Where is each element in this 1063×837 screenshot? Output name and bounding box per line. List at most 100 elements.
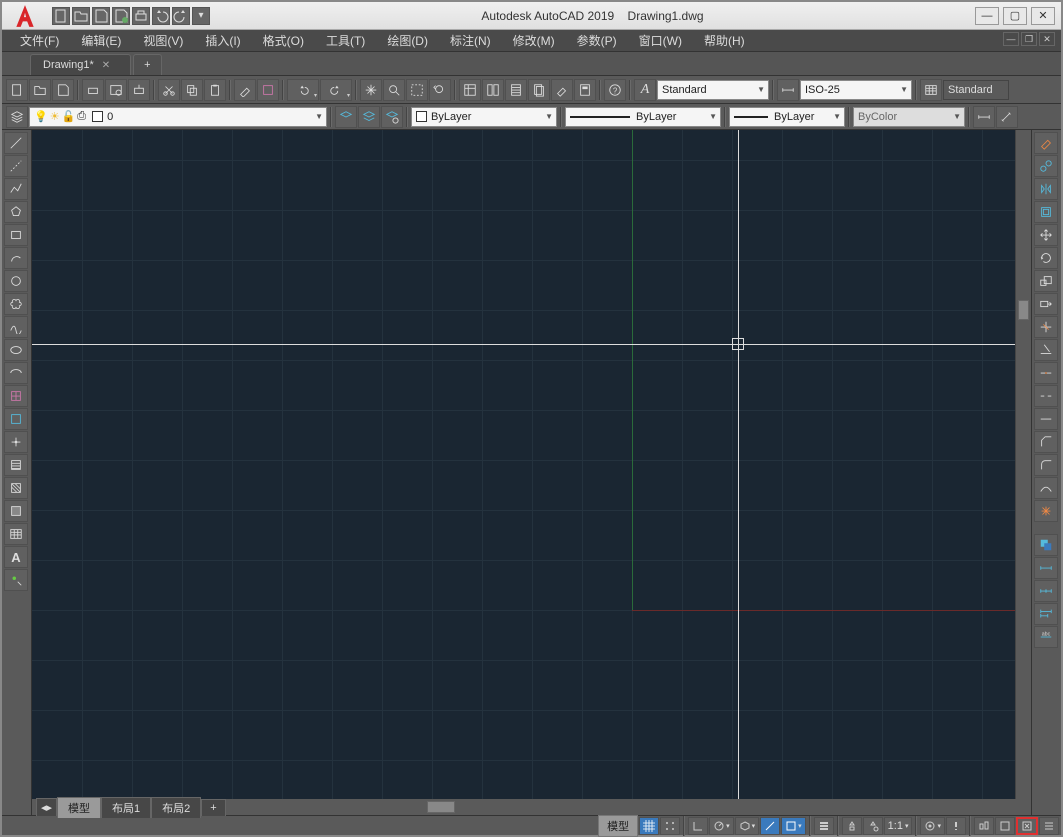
- break-at-point-button[interactable]: [1034, 362, 1058, 384]
- save-button[interactable]: [52, 79, 74, 101]
- layout-tab-2[interactable]: 布局2: [151, 797, 201, 818]
- annotation-scale-toggle[interactable]: [842, 817, 862, 835]
- open-icon[interactable]: [72, 7, 90, 25]
- undo-button[interactable]: ▾: [287, 79, 319, 101]
- layout-tab-1[interactable]: 布局1: [101, 797, 151, 818]
- erase-button[interactable]: [1034, 132, 1058, 154]
- saveas-icon[interactable]: [112, 7, 130, 25]
- zoom-previous-button[interactable]: [429, 79, 451, 101]
- minimize-button[interactable]: —: [975, 7, 999, 25]
- mirror-button[interactable]: [1034, 178, 1058, 200]
- lineweight-combo[interactable]: ByLayer▼: [729, 107, 845, 127]
- markup-button[interactable]: [551, 79, 573, 101]
- redo-icon[interactable]: [172, 7, 190, 25]
- ortho-toggle[interactable]: [688, 817, 708, 835]
- layout-tab-model[interactable]: 模型: [57, 797, 101, 818]
- copy-object-button[interactable]: [1034, 155, 1058, 177]
- osnap-toggle[interactable]: [760, 817, 780, 835]
- insert-block-button[interactable]: [4, 385, 28, 407]
- plotstyle-combo[interactable]: ByColor▼: [853, 107, 965, 127]
- dim-aligned-button[interactable]: [996, 106, 1018, 128]
- snap-toggle[interactable]: [660, 817, 680, 835]
- menu-dimension[interactable]: 标注(N): [440, 30, 501, 51]
- arc-button[interactable]: [4, 247, 28, 269]
- mtext-button[interactable]: A: [4, 546, 28, 568]
- dim-baseline-button[interactable]: [1034, 603, 1058, 625]
- ellipse-button[interactable]: [4, 339, 28, 361]
- spline-button[interactable]: [4, 316, 28, 338]
- copy-button[interactable]: [181, 79, 203, 101]
- hatch-button[interactable]: [4, 454, 28, 476]
- menu-draw[interactable]: 绘图(D): [377, 30, 438, 51]
- plot-preview-button[interactable]: [105, 79, 127, 101]
- layer-previous-button[interactable]: [335, 106, 357, 128]
- menu-window[interactable]: 窗口(W): [629, 30, 692, 51]
- region-button[interactable]: [4, 500, 28, 522]
- publish-button[interactable]: [128, 79, 150, 101]
- pan-button[interactable]: [360, 79, 382, 101]
- plot-button[interactable]: [82, 79, 104, 101]
- print-icon[interactable]: [132, 7, 150, 25]
- menu-insert[interactable]: 插入(I): [195, 30, 250, 51]
- color-combo[interactable]: ByLayer▼: [411, 107, 557, 127]
- polar-toggle[interactable]: ▾: [709, 817, 734, 835]
- sheet-set-button[interactable]: [528, 79, 550, 101]
- layer-combo[interactable]: 💡 ☀ 🔓 ⎙ 0 ▼: [29, 107, 327, 127]
- dim-linear2-button[interactable]: [1034, 557, 1058, 579]
- design-center-button[interactable]: [482, 79, 504, 101]
- extend-button[interactable]: [1034, 339, 1058, 361]
- menu-tools[interactable]: 工具(T): [316, 30, 375, 51]
- layout-tab-nav[interactable]: ◂▸: [36, 798, 57, 816]
- polyline-button[interactable]: [4, 178, 28, 200]
- close-tab-icon[interactable]: ✕: [102, 60, 110, 71]
- horizontal-scrollbar[interactable]: ◂▸ 模型 布局1 布局2 +: [32, 799, 1031, 815]
- cut-button[interactable]: [158, 79, 180, 101]
- save-icon[interactable]: [92, 7, 110, 25]
- annotation-monitor-button[interactable]: [946, 817, 966, 835]
- model-space-button[interactable]: 模型: [598, 815, 638, 837]
- scrollbar-thumb[interactable]: [427, 801, 455, 813]
- close-button[interactable]: ✕: [1031, 7, 1055, 25]
- dim-style-combo[interactable]: ISO-25▼: [800, 80, 912, 100]
- qat-dropdown-icon[interactable]: ▾: [192, 7, 210, 25]
- maximize-button[interactable]: ▢: [1003, 7, 1027, 25]
- explode-button[interactable]: [1034, 500, 1058, 522]
- trim-button[interactable]: [1034, 316, 1058, 338]
- zoom-realtime-button[interactable]: [383, 79, 405, 101]
- menu-modify[interactable]: 修改(M): [503, 30, 565, 51]
- dim-style2-button[interactable]: abc: [1034, 626, 1058, 648]
- units-button[interactable]: [974, 817, 994, 835]
- paste-button[interactable]: [204, 79, 226, 101]
- blend-button[interactable]: [1034, 477, 1058, 499]
- rotate-button[interactable]: [1034, 247, 1058, 269]
- redo-button[interactable]: ▾: [320, 79, 352, 101]
- properties-button[interactable]: [459, 79, 481, 101]
- quickcalc-button[interactable]: [574, 79, 596, 101]
- undo-icon[interactable]: [152, 7, 170, 25]
- join-button[interactable]: [1034, 408, 1058, 430]
- app-logo[interactable]: [6, 2, 44, 30]
- help-button[interactable]: ?: [604, 79, 626, 101]
- add-tab-button[interactable]: +: [133, 54, 161, 75]
- chamfer-button[interactable]: [1034, 431, 1058, 453]
- clean-screen-button[interactable]: [1016, 817, 1038, 835]
- menu-file[interactable]: 文件(F): [10, 30, 69, 51]
- draworder-button[interactable]: [1034, 534, 1058, 556]
- gradient-button[interactable]: [4, 477, 28, 499]
- block-editor-button[interactable]: [257, 79, 279, 101]
- menu-edit[interactable]: 编辑(E): [71, 30, 131, 51]
- open-button[interactable]: [29, 79, 51, 101]
- polygon-button[interactable]: [4, 201, 28, 223]
- menu-help[interactable]: 帮助(H): [694, 30, 755, 51]
- drawing-canvas[interactable]: [32, 130, 1015, 815]
- make-block-button[interactable]: [4, 408, 28, 430]
- layout-add-button[interactable]: +: [201, 799, 225, 816]
- mdi-restore-button[interactable]: ❐: [1021, 32, 1037, 46]
- menu-format[interactable]: 格式(O): [253, 30, 314, 51]
- workspace-button[interactable]: ▾: [920, 817, 945, 835]
- lineweight-toggle[interactable]: [814, 817, 834, 835]
- match-properties-button[interactable]: [234, 79, 256, 101]
- ellipse-arc-button[interactable]: [4, 362, 28, 384]
- move-button[interactable]: [1034, 224, 1058, 246]
- isodraft-toggle[interactable]: ▾: [735, 817, 760, 835]
